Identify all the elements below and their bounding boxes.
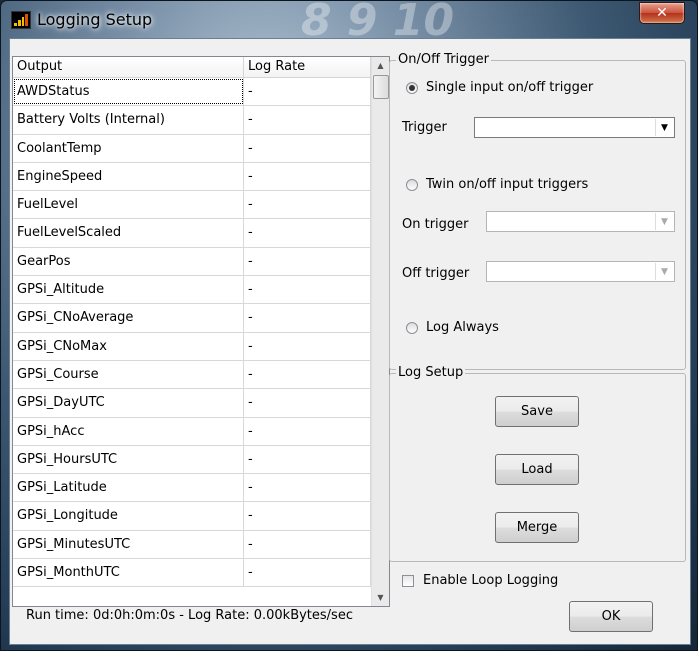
title-bar[interactable]: Logging Setup 8 9 10 ✕ xyxy=(1,0,697,46)
on-trigger-label: On trigger xyxy=(402,217,469,232)
output-cell: GPSi_CNoAverage xyxy=(13,304,244,332)
single-trigger-radio-label: Single input on/off trigger xyxy=(426,80,594,95)
off-trigger-combo[interactable]: ▼ xyxy=(486,261,675,282)
log-rate-cell[interactable]: - xyxy=(244,247,371,276)
scroll-down-icon[interactable]: ▼ xyxy=(372,589,389,606)
log-setup-group: Log Setup Save Load Merge xyxy=(389,365,686,562)
column-header-log-rate[interactable]: Log Rate xyxy=(244,57,371,77)
enable-loop-logging-checkbox[interactable]: Enable Loop Logging xyxy=(402,573,558,588)
log-rate-cell[interactable]: - xyxy=(244,134,371,162)
radio-unchecked-icon xyxy=(406,178,418,191)
log-rate-cell[interactable]: - xyxy=(244,530,371,559)
table-row[interactable]: CoolantTemp - xyxy=(13,134,371,163)
log-rate-cell[interactable]: - xyxy=(244,445,371,474)
table-row[interactable]: GPSi_Altitude - xyxy=(13,276,371,305)
log-rate-cell[interactable]: - xyxy=(244,276,371,304)
close-button[interactable]: ✕ xyxy=(639,2,685,24)
trigger-label: Trigger xyxy=(402,120,447,135)
merge-button[interactable]: Merge xyxy=(495,512,579,543)
log-rate-cell[interactable]: - xyxy=(244,502,371,530)
log-rate-cell[interactable]: - xyxy=(244,417,371,445)
scroll-up-icon[interactable]: ▲ xyxy=(372,57,389,74)
table-row[interactable]: GPSi_Longitude - xyxy=(13,502,371,531)
output-cell: GPSi_Longitude xyxy=(13,502,244,530)
table-row[interactable]: GPSi_HoursUTC - xyxy=(13,445,371,475)
table-row[interactable]: GPSi_CNoAverage - xyxy=(13,304,371,333)
output-cell: GPSi_DayUTC xyxy=(13,389,244,417)
checkbox-unchecked-icon xyxy=(402,574,414,587)
output-cell: GPSi_HoursUTC xyxy=(13,445,244,474)
trigger-combo[interactable]: ▼ xyxy=(474,117,675,138)
log-rate-cell[interactable]: - xyxy=(244,332,371,360)
twin-trigger-radio[interactable]: Twin on/off input triggers xyxy=(406,177,588,192)
load-button[interactable]: Load xyxy=(495,454,579,485)
output-cell: AWDStatus xyxy=(13,78,244,106)
enable-loop-logging-label: Enable Loop Logging xyxy=(423,573,559,588)
dialog-client-area: Output Log Rate AWDStatus - Battery Volts … xyxy=(9,38,691,645)
output-cell: CoolantTemp xyxy=(13,134,244,162)
column-header-output[interactable]: Output xyxy=(13,57,244,77)
single-trigger-radio[interactable]: Single input on/off trigger xyxy=(406,80,593,95)
output-cell: FuelLevelScaled xyxy=(13,219,244,247)
table-row[interactable]: GPSi_MinutesUTC - xyxy=(13,530,371,560)
output-cell: FuelLevel xyxy=(13,191,244,219)
chevron-down-icon[interactable]: ▼ xyxy=(655,263,673,280)
table-row[interactable]: GPSi_hAcc - xyxy=(13,417,371,446)
twin-trigger-radio-label: Twin on/off input triggers xyxy=(426,177,589,192)
output-cell: GPSi_Altitude xyxy=(13,276,244,304)
log-rate-cell[interactable]: - xyxy=(244,78,371,106)
onoff-trigger-group: On/Off Trigger Single input on/off trigg… xyxy=(389,52,686,370)
log-rate-cell[interactable]: - xyxy=(244,559,371,587)
output-cell: GPSi_MonthUTC xyxy=(13,559,244,587)
table-row[interactable]: AWDStatus - xyxy=(13,78,371,107)
table-body: AWDStatus - Battery Volts (Internal) - Coola… xyxy=(13,78,371,588)
table-row[interactable]: GPSi_Latitude - xyxy=(13,474,371,503)
output-cell: GearPos xyxy=(13,247,244,276)
save-button[interactable]: Save xyxy=(495,396,579,427)
table-row[interactable]: Battery Volts (Internal) - xyxy=(13,106,371,135)
table-row[interactable]: GPSi_DayUTC - xyxy=(13,389,371,418)
log-rate-cell[interactable]: - xyxy=(244,162,371,191)
output-cell: GPSi_MinutesUTC xyxy=(13,530,244,559)
table-row[interactable]: FuelLevel - xyxy=(13,191,371,220)
output-cell: GPSi_Latitude xyxy=(13,474,244,502)
off-trigger-label: Off trigger xyxy=(402,266,470,281)
table-row[interactable]: GPSi_CNoMax - xyxy=(13,332,371,361)
chevron-down-icon[interactable]: ▼ xyxy=(655,119,673,136)
status-text: Run time: 0d:0h:0m:0s - Log Rate: 0.00kB… xyxy=(26,608,353,623)
radio-unchecked-icon xyxy=(406,321,418,334)
chevron-down-icon[interactable]: ▼ xyxy=(655,213,673,230)
log-rate-cell[interactable]: - xyxy=(244,106,371,134)
log-always-radio[interactable]: Log Always xyxy=(406,320,499,335)
log-rate-cell[interactable]: - xyxy=(244,474,371,502)
table-row[interactable]: GPSi_MonthUTC - xyxy=(13,559,371,588)
log-rate-cell[interactable]: - xyxy=(244,219,371,247)
window-title: Logging Setup xyxy=(37,10,153,29)
table-row[interactable]: EngineSpeed - xyxy=(13,162,371,192)
log-rate-cell[interactable]: - xyxy=(244,360,371,389)
radio-checked-icon xyxy=(406,81,418,94)
onoff-trigger-group-label: On/Off Trigger xyxy=(396,52,492,67)
output-cell: Battery Volts (Internal) xyxy=(13,106,244,134)
log-rate-cell[interactable]: - xyxy=(244,389,371,417)
log-rate-cell[interactable]: - xyxy=(244,191,371,219)
output-cell: GPSi_Course xyxy=(13,360,244,389)
app-logo-icon xyxy=(11,11,31,29)
ok-button[interactable]: OK xyxy=(569,601,653,632)
table-row[interactable]: GearPos - xyxy=(13,247,371,277)
table-row[interactable]: GPSi_Course - xyxy=(13,360,371,390)
log-rate-cell[interactable]: - xyxy=(244,304,371,332)
scrollbar-thumb[interactable] xyxy=(373,75,389,99)
table-scrollbar[interactable]: ▲ ▼ xyxy=(371,57,389,606)
table-row[interactable]: FuelLevelScaled - xyxy=(13,219,371,248)
on-trigger-combo[interactable]: ▼ xyxy=(486,211,675,232)
logging-setup-window: Logging Setup 8 9 10 ✕ Output Log Rate A… xyxy=(0,0,698,651)
output-cell: EngineSpeed xyxy=(13,162,244,191)
log-always-radio-label: Log Always xyxy=(426,320,499,335)
log-setup-group-label: Log Setup xyxy=(396,365,466,380)
table-header: Output Log Rate xyxy=(13,57,371,78)
output-cell: GPSi_hAcc xyxy=(13,417,244,445)
output-cell: GPSi_CNoMax xyxy=(13,332,244,360)
output-table[interactable]: Output Log Rate AWDStatus - Battery Volts … xyxy=(12,56,390,607)
